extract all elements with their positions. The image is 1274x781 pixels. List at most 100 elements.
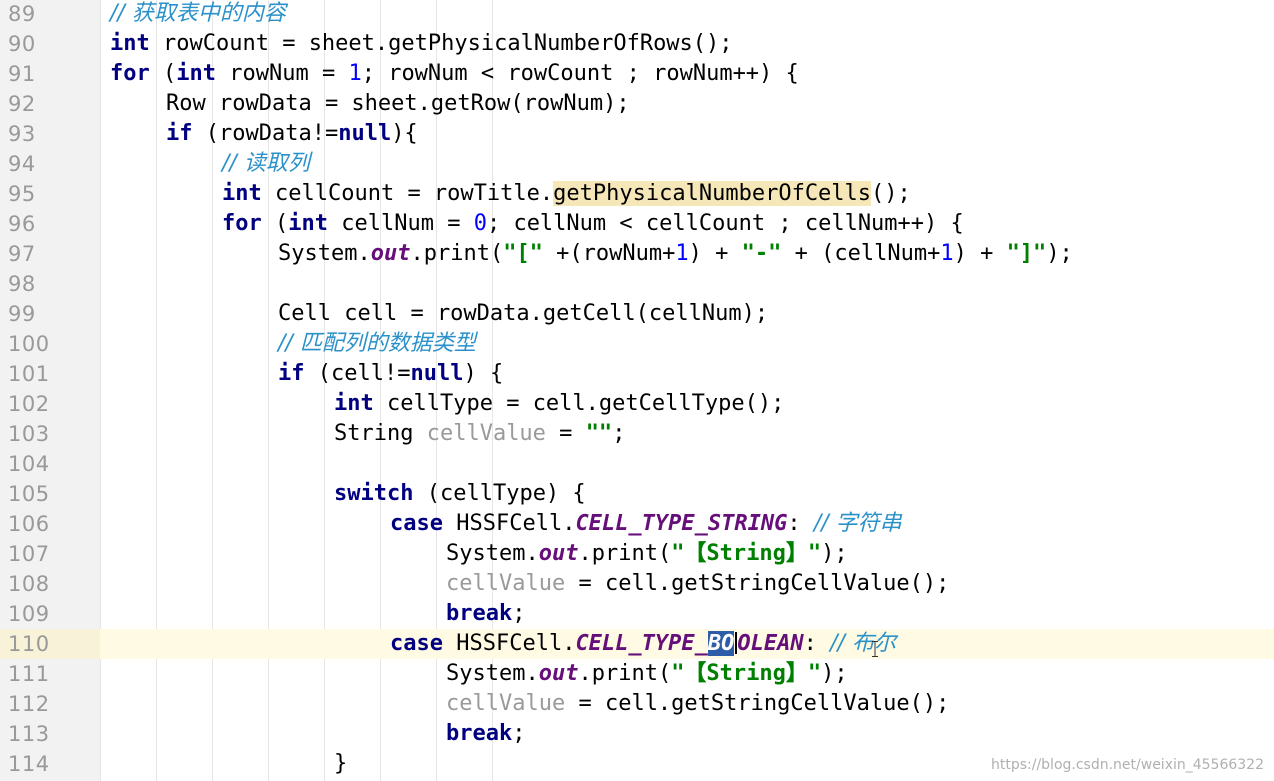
- code-token: int: [176, 61, 216, 86]
- code-token: cellType = cell.getCellType();: [373, 391, 785, 416]
- line-code[interactable]: Cell cell = rowData.getCell(cellNum);: [278, 299, 768, 329]
- code-line[interactable]: 96 for (int cellNum = 0; cellNum < cellCo…: [0, 209, 1274, 239]
- line-code[interactable]: int cellType = cell.getCellType();: [334, 389, 784, 419]
- code-line[interactable]: 89 // 获取表中的内容: [0, 0, 1274, 29]
- code-token: // 匹配列的数据类型: [278, 331, 476, 356]
- code-line[interactable]: 99 Cell cell = rowData.getCell(cellNum);: [0, 299, 1274, 329]
- code-line[interactable]: 92 Row rowData = sheet.getRow(rowNum);: [0, 89, 1274, 119]
- code-line[interactable]: 103 String cellValue = "";: [0, 419, 1274, 449]
- line-number: 112: [8, 692, 50, 716]
- code-token: (cellType) {: [413, 481, 586, 506]
- code-token: = cell.getStringCellValue();: [565, 571, 950, 596]
- code-token: ();: [871, 181, 911, 206]
- code-token: (: [261, 211, 289, 236]
- current-line[interactable]: 110 case HSSFCell.CELL_TYPE_BO OLEAN: // 布…: [0, 629, 1274, 659]
- code-token: int: [110, 31, 150, 56]
- code-line[interactable]: 111 System.out.print("【String】");: [0, 659, 1274, 689]
- code-line[interactable]: 98: [0, 269, 1274, 299]
- code-line[interactable]: 95 int cellCount = rowTitle.getPhysicalNu…: [0, 179, 1274, 209]
- line-code[interactable]: for (int cellNum = 0; cellNum < cellCoun…: [222, 209, 964, 239]
- code-line[interactable]: 107 System.out.print("【String】");: [0, 539, 1274, 569]
- code-token: "": [585, 421, 613, 446]
- code-line[interactable]: 91 for (int rowNum = 1; rowNum < rowCount…: [0, 59, 1274, 89]
- code-token: + (cellNum+: [781, 241, 941, 266]
- line-code[interactable]: System.out.print("【String】");: [446, 539, 848, 569]
- text-cursor-icon: [872, 641, 878, 657]
- line-number: 109: [8, 602, 50, 626]
- line-code[interactable]: System.out.print("[" +(rowNum+1) + "-" +…: [278, 239, 1073, 269]
- code-token: 0: [473, 211, 487, 236]
- line-number: 95: [8, 182, 36, 206]
- code-line[interactable]: 105 switch (cellType) {: [0, 479, 1274, 509]
- code-token: rowCount = sheet.getPhysicalNumberOfRows…: [149, 31, 733, 56]
- code-line[interactable]: 113 break;: [0, 719, 1274, 749]
- line-code[interactable]: // 匹配列的数据类型: [278, 329, 476, 359]
- code-token: System.: [446, 541, 539, 566]
- code-token: =: [545, 421, 586, 446]
- code-token: break: [446, 601, 513, 626]
- code-line[interactable]: 101 if (cell!=null) {: [0, 359, 1274, 389]
- line-number: 114: [8, 752, 50, 776]
- code-token: );: [1046, 241, 1073, 266]
- line-number: 90: [8, 32, 36, 56]
- line-number: 91: [8, 62, 36, 86]
- code-line[interactable]: 108 cellValue = cell.getStringCellValue()…: [0, 569, 1274, 599]
- code-token: ;: [512, 601, 526, 626]
- line-code[interactable]: if (rowData!=null){: [166, 119, 418, 149]
- code-token: null: [338, 121, 392, 146]
- line-code[interactable]: int rowCount = sheet.getPhysicalNumberOf…: [110, 29, 733, 59]
- line-code[interactable]: case HSSFCell.CELL_TYPE_STRING: // 字符串: [390, 509, 902, 539]
- line-code[interactable]: // 获取表中的内容: [110, 0, 286, 29]
- code-line[interactable]: 104: [0, 449, 1274, 479]
- code-token: "[": [503, 241, 543, 266]
- code-token: OLEAN: [737, 631, 804, 656]
- line-code[interactable]: if (cell!=null) {: [278, 359, 503, 389]
- code-token: HSSFCell.: [442, 511, 576, 536]
- code-token: :: [803, 631, 831, 656]
- code-token: ) +: [688, 241, 742, 266]
- code-token: // 获取表中的内容: [110, 1, 286, 26]
- code-token: "【String】": [671, 541, 822, 566]
- line-code[interactable]: break;: [446, 599, 525, 629]
- code-token: case: [390, 511, 443, 536]
- code-token: }: [334, 751, 348, 776]
- code-line[interactable]: 106 case HSSFCell.CELL_TYPE_STRING: // 字符…: [0, 509, 1274, 539]
- code-token: cellCount = rowTitle.: [261, 181, 554, 206]
- code-line[interactable]: 93 if (rowData!=null){: [0, 119, 1274, 149]
- line-code[interactable]: case HSSFCell.CELL_TYPE_BO OLEAN: // 布尔: [390, 629, 896, 659]
- line-number: 96: [8, 212, 36, 236]
- line-code[interactable]: for (int rowNum = 1; rowNum < rowCount ;…: [110, 59, 799, 89]
- code-token: ;: [512, 721, 526, 746]
- code-token: (rowData!=: [192, 121, 339, 146]
- code-token: out: [538, 541, 579, 566]
- line-code[interactable]: Row rowData = sheet.getRow(rowNum);: [166, 89, 630, 119]
- line-code[interactable]: int cellCount = rowTitle.getPhysicalNumb…: [222, 179, 911, 209]
- code-token: out: [538, 661, 579, 686]
- code-editor[interactable]: 89 // 获取表中的内容 90 int rowCount = sheet.getPh…: [0, 0, 1274, 781]
- line-number: 111: [8, 662, 50, 686]
- line-code[interactable]: switch (cellType) {: [334, 479, 586, 509]
- line-code[interactable]: String cellValue = "";: [334, 419, 625, 449]
- code-token: System.: [278, 241, 371, 266]
- code-token: rowNum =: [216, 61, 349, 86]
- code-token: CELL_TYPE_STRING: [575, 511, 788, 536]
- code-line[interactable]: 94 // 读取列: [0, 149, 1274, 179]
- line-code[interactable]: // 读取列: [222, 149, 310, 179]
- code-line[interactable]: 90 int rowCount = sheet.getPhysicalNumber…: [0, 29, 1274, 59]
- line-code[interactable]: cellValue = cell.getStringCellValue();: [446, 569, 949, 599]
- code-line[interactable]: 109 break;: [0, 599, 1274, 629]
- line-code[interactable]: break;: [446, 719, 525, 749]
- code-line[interactable]: 97 System.out.print("[" +(rowNum+1) + "-"…: [0, 239, 1274, 269]
- code-token: int: [334, 391, 374, 416]
- code-token: case: [390, 631, 443, 656]
- line-number: 105: [8, 482, 50, 506]
- line-number: 93: [8, 122, 36, 146]
- code-token: out: [370, 241, 411, 266]
- code-line[interactable]: 100 // 匹配列的数据类型: [0, 329, 1274, 359]
- line-code[interactable]: cellValue = cell.getStringCellValue();: [446, 689, 949, 719]
- line-number: 110: [0, 629, 100, 659]
- line-code[interactable]: }: [334, 749, 347, 779]
- code-line[interactable]: 102 int cellType = cell.getCellType();: [0, 389, 1274, 419]
- code-line[interactable]: 112 cellValue = cell.getStringCellValue()…: [0, 689, 1274, 719]
- line-code[interactable]: System.out.print("【String】");: [446, 659, 848, 689]
